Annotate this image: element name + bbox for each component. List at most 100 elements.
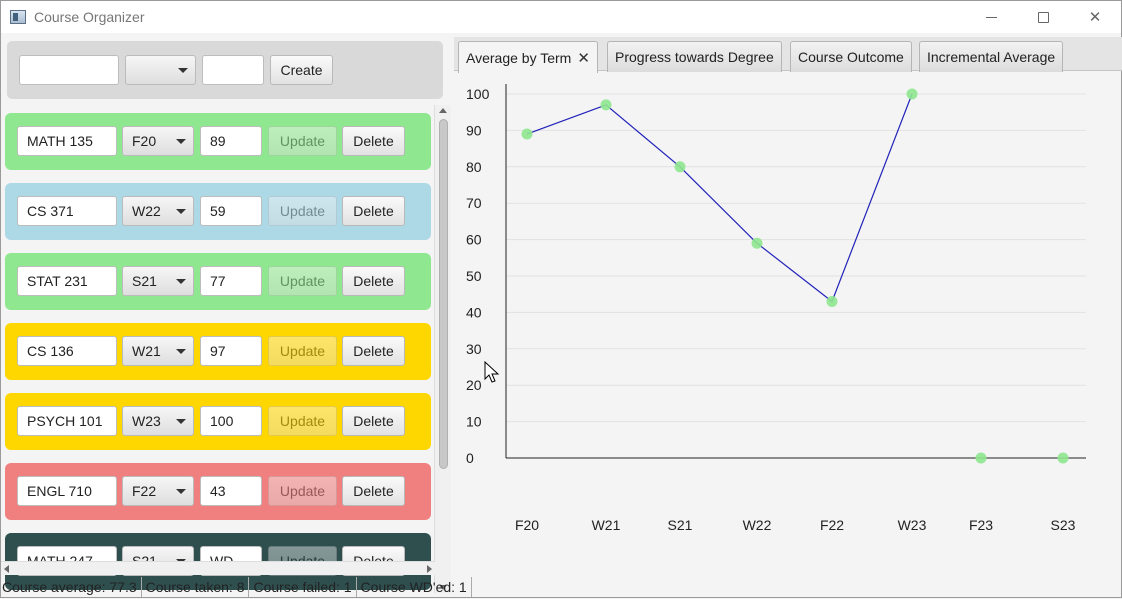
course-row: W21 UpdateDelete bbox=[5, 323, 431, 380]
maximize-button[interactable] bbox=[1017, 1, 1069, 33]
tab-label: Progress towards Degree bbox=[615, 49, 774, 65]
course-row: S21 UpdateDelete bbox=[5, 253, 431, 310]
delete-button[interactable]: Delete bbox=[342, 476, 405, 506]
mouse-cursor-icon bbox=[484, 361, 500, 383]
series-line bbox=[526, 93, 913, 303]
course-term-value: W23 bbox=[132, 413, 161, 429]
course-grade-input[interactable] bbox=[200, 336, 262, 366]
course-row: W22 UpdateDelete bbox=[5, 183, 431, 240]
y-tick-label: 100 bbox=[466, 86, 490, 102]
chevron-down-icon bbox=[176, 489, 186, 494]
course-term-select[interactable]: W23 bbox=[122, 406, 194, 436]
x-tick-label: W22 bbox=[743, 517, 772, 533]
course-name-input[interactable] bbox=[17, 336, 117, 366]
course-grade-input[interactable] bbox=[200, 126, 262, 156]
create-button[interactable]: Create bbox=[270, 55, 333, 85]
status-bar: Course average: 77.3 Course taken: 8 Cou… bbox=[1, 577, 1121, 597]
minimize-icon bbox=[985, 16, 997, 18]
status-course-taken: Course taken: 8 bbox=[142, 577, 250, 597]
chevron-down-icon bbox=[178, 68, 188, 73]
course-term-select[interactable]: W21 bbox=[122, 336, 194, 366]
update-button[interactable]: Update bbox=[268, 406, 337, 436]
app-icon bbox=[10, 10, 26, 24]
x-tick-label: F20 bbox=[515, 517, 539, 533]
scroll-right-icon[interactable] bbox=[427, 565, 432, 573]
delete-button[interactable]: Delete bbox=[342, 406, 405, 436]
maximize-icon bbox=[1037, 11, 1049, 23]
data-point bbox=[751, 237, 763, 249]
data-point bbox=[826, 295, 838, 307]
data-point bbox=[600, 99, 612, 111]
course-name-input[interactable] bbox=[17, 126, 117, 156]
new-course-term-select[interactable] bbox=[125, 55, 196, 85]
y-tick-label: 60 bbox=[466, 232, 482, 248]
tab-bar: Average by Term ✕ Progress towards Degre… bbox=[454, 37, 1122, 73]
tab-course-outcome[interactable]: Course Outcome bbox=[790, 41, 912, 72]
status-course-average: Course average: 77.3 bbox=[1, 577, 142, 597]
course-list[interactable]: F20UpdateDeleteW22UpdateDeleteS21UpdateD… bbox=[1, 105, 435, 593]
course-term-select[interactable]: S21 bbox=[122, 266, 194, 296]
close-tab-icon[interactable]: ✕ bbox=[577, 49, 590, 67]
course-name-input[interactable] bbox=[17, 266, 117, 296]
vertical-scrollbar[interactable] bbox=[434, 105, 451, 593]
update-button[interactable]: Update bbox=[268, 266, 337, 296]
course-term-select[interactable]: F20 bbox=[122, 126, 194, 156]
tab-average-by-term[interactable]: Average by Term ✕ bbox=[458, 41, 598, 73]
horizontal-scrollbar[interactable] bbox=[1, 561, 435, 575]
tab-incremental-average[interactable]: Incremental Average bbox=[919, 41, 1064, 72]
window-title: Course Organizer bbox=[34, 9, 145, 25]
tab-label: Average by Term bbox=[466, 49, 572, 66]
update-button[interactable]: Update bbox=[268, 126, 337, 156]
course-term-value: F22 bbox=[132, 483, 157, 499]
minimize-button[interactable] bbox=[965, 1, 1017, 33]
course-row: F20 UpdateDelete bbox=[5, 113, 431, 170]
close-button[interactable]: ✕ bbox=[1069, 1, 1121, 33]
new-course-grade-input[interactable] bbox=[202, 55, 264, 85]
scroll-up-icon[interactable] bbox=[439, 108, 447, 113]
x-tick-label: S23 bbox=[1051, 517, 1076, 533]
data-point bbox=[1057, 452, 1069, 464]
delete-button[interactable]: Delete bbox=[342, 196, 405, 226]
course-grade-input[interactable] bbox=[200, 196, 262, 226]
y-tick-label: 40 bbox=[466, 304, 482, 320]
status-course-wd: Course WD'ed: 1 bbox=[357, 577, 472, 597]
x-tick-label: S21 bbox=[668, 517, 693, 533]
data-point bbox=[906, 88, 918, 100]
x-tick-label: F22 bbox=[820, 517, 844, 533]
course-term-value: W22 bbox=[132, 203, 161, 219]
update-button[interactable]: Update bbox=[268, 336, 337, 366]
new-course-name-input[interactable] bbox=[19, 55, 119, 85]
course-term-value: F20 bbox=[132, 133, 157, 149]
course-term-select[interactable]: F22 bbox=[122, 476, 194, 506]
course-term-select[interactable]: W22 bbox=[122, 196, 194, 226]
delete-button[interactable]: Delete bbox=[342, 336, 405, 366]
average-by-term-chart: 100 90 80 70 60 50 40 30 20 10 0 F20 W21 S21 W22 F22 W23… bbox=[454, 72, 1122, 577]
course-name-input[interactable] bbox=[17, 196, 117, 226]
chevron-down-icon bbox=[176, 279, 186, 284]
update-button[interactable]: Update bbox=[268, 476, 337, 506]
x-tick-label: W23 bbox=[898, 517, 927, 533]
x-tick-label: W21 bbox=[592, 517, 621, 533]
close-icon: ✕ bbox=[1088, 9, 1102, 26]
title-bar: Course Organizer ✕ bbox=[1, 1, 1121, 33]
tab-progress-towards-degree[interactable]: Progress towards Degree bbox=[607, 41, 782, 72]
scroll-thumb[interactable] bbox=[439, 119, 448, 469]
course-row: W23 UpdateDelete bbox=[5, 393, 431, 450]
course-term-value: W21 bbox=[132, 343, 161, 359]
course-row: F22 UpdateDelete bbox=[5, 463, 431, 520]
delete-button[interactable]: Delete bbox=[342, 266, 405, 296]
create-course-bar: Create bbox=[7, 41, 443, 99]
course-grade-input[interactable] bbox=[200, 406, 262, 436]
y-tick-label: 70 bbox=[466, 195, 482, 211]
x-tick-label: F23 bbox=[969, 517, 993, 533]
chevron-down-icon bbox=[176, 139, 186, 144]
scroll-left-icon[interactable] bbox=[4, 565, 9, 573]
course-name-input[interactable] bbox=[17, 406, 117, 436]
course-name-input[interactable] bbox=[17, 476, 117, 506]
delete-button[interactable]: Delete bbox=[342, 126, 405, 156]
course-grade-input[interactable] bbox=[200, 266, 262, 296]
update-button[interactable]: Update bbox=[268, 196, 337, 226]
course-panel: Create F20UpdateDeleteW22UpdateDeleteS21… bbox=[1, 33, 451, 599]
y-tick-label: 90 bbox=[466, 122, 482, 138]
course-grade-input[interactable] bbox=[200, 476, 262, 506]
